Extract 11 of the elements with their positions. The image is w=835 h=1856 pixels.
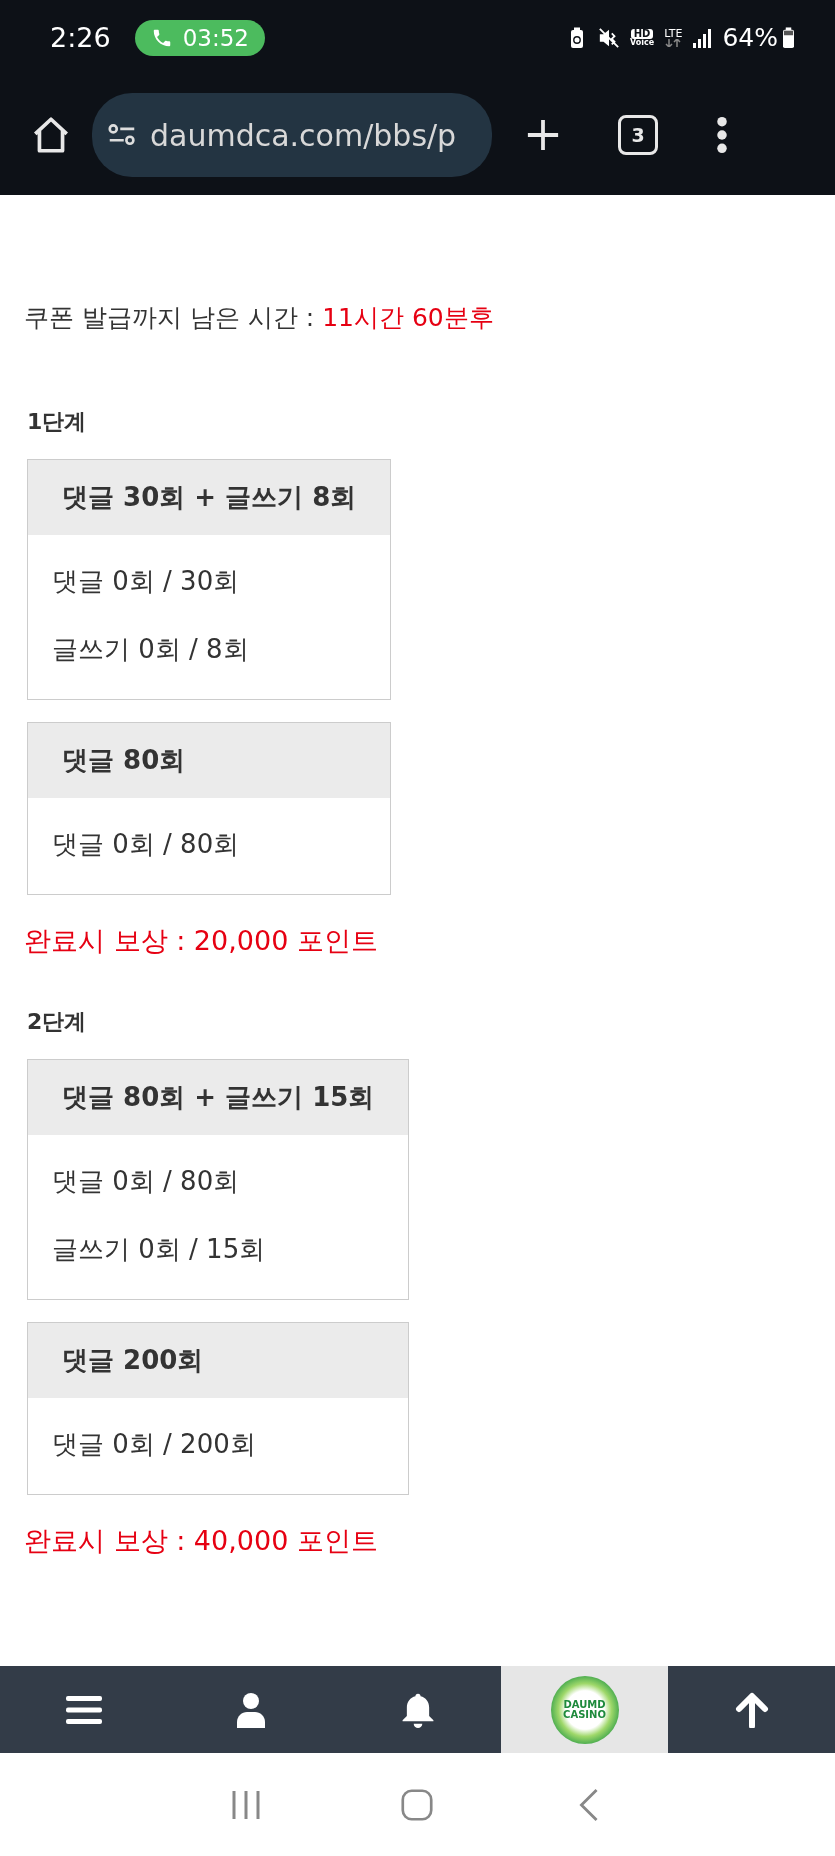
battery-percent: 64% — [722, 23, 778, 52]
coupon-countdown: 쿠폰 발급까지 남은 시간 : 11시간 60분후 — [24, 302, 495, 334]
mission-title: 댓글 200회 — [28, 1323, 409, 1398]
stage-title: 2단계 — [27, 1008, 88, 1036]
status-time: 2:26 — [50, 22, 111, 53]
reward-text: 완료시 보상 : 40,000 포인트 — [24, 1524, 379, 1558]
mission-title: 댓글 80회 — [28, 723, 391, 798]
stage-title: 1단계 — [27, 408, 88, 436]
mission-title: 댓글 80회 + 글쓰기 15회 — [28, 1060, 409, 1135]
mission-title: 댓글 30회 + 글쓰기 8회 — [28, 460, 391, 535]
reward-text: 완료시 보상 : 20,000 포인트 — [24, 924, 379, 958]
